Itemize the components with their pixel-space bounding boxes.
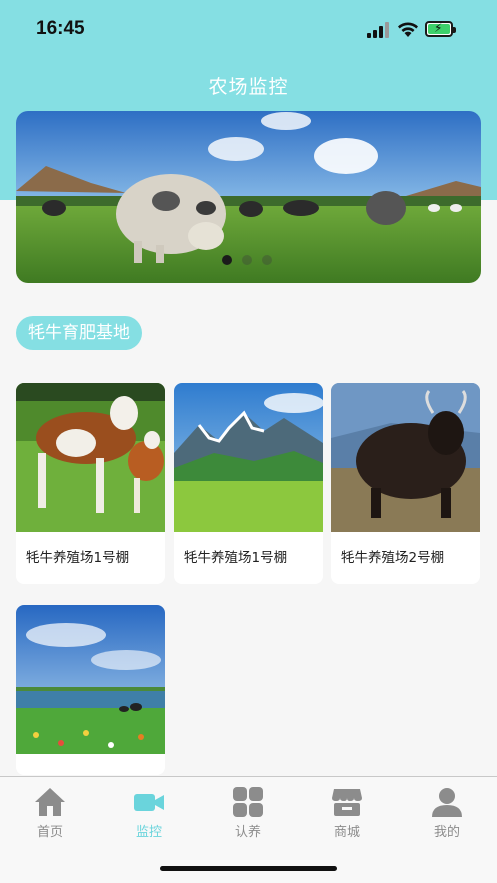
barn-card-label: 牦牛养殖场1号棚 <box>26 550 130 566</box>
carousel-dot[interactable] <box>222 255 232 265</box>
page-title: 农场监控 <box>208 76 289 98</box>
user-icon <box>432 788 462 817</box>
home-indicator <box>160 866 337 871</box>
wifi-icon <box>398 22 418 37</box>
carousel-dot[interactable] <box>262 255 272 265</box>
tab-store[interactable]: 商城 <box>312 785 382 840</box>
barn-card-image <box>331 383 480 532</box>
tab-adopt-label: 认养 <box>234 825 261 840</box>
status-bar: 16:45 ⚡ <box>0 0 497 58</box>
tab-monitor[interactable]: 监控 <box>114 785 184 840</box>
tab-home[interactable]: 首页 <box>15 785 85 840</box>
tab-mine-label: 我的 <box>433 825 460 840</box>
barn-card-label: 牦牛养殖场2号棚 <box>341 550 445 566</box>
barn-card[interactable]: 牦牛养殖场1号棚 <box>174 383 323 584</box>
grid-icon <box>233 787 263 817</box>
barn-card[interactable] <box>16 605 165 775</box>
tab-monitor-label: 监控 <box>135 825 162 840</box>
banner-carousel[interactable] <box>16 111 481 283</box>
home-icon <box>35 788 65 816</box>
tab-home-label: 首页 <box>36 825 63 840</box>
barn-card[interactable]: 牦牛养殖场2号棚 <box>331 383 480 584</box>
barn-card-image <box>16 605 165 754</box>
barn-card-label <box>16 754 165 775</box>
carousel-dots <box>222 250 282 269</box>
battery-icon: ⚡ <box>425 21 456 37</box>
tab-store-label: 商城 <box>333 825 360 840</box>
store-icon <box>332 789 362 816</box>
barn-card[interactable]: 牦牛养殖场1号棚 <box>16 383 165 584</box>
section-tag: 牦牛育肥基地 <box>16 316 142 350</box>
status-time: 16:45 <box>36 18 85 39</box>
barn-card-image <box>174 383 323 532</box>
camera-icon <box>134 794 164 811</box>
signal-icon <box>367 22 389 38</box>
barn-card-label: 牦牛养殖场1号棚 <box>184 550 288 566</box>
barn-card-image <box>16 383 165 532</box>
tab-mine[interactable]: 我的 <box>412 785 482 840</box>
carousel-dot[interactable] <box>242 255 252 265</box>
tab-adopt[interactable]: 认养 <box>213 785 283 840</box>
